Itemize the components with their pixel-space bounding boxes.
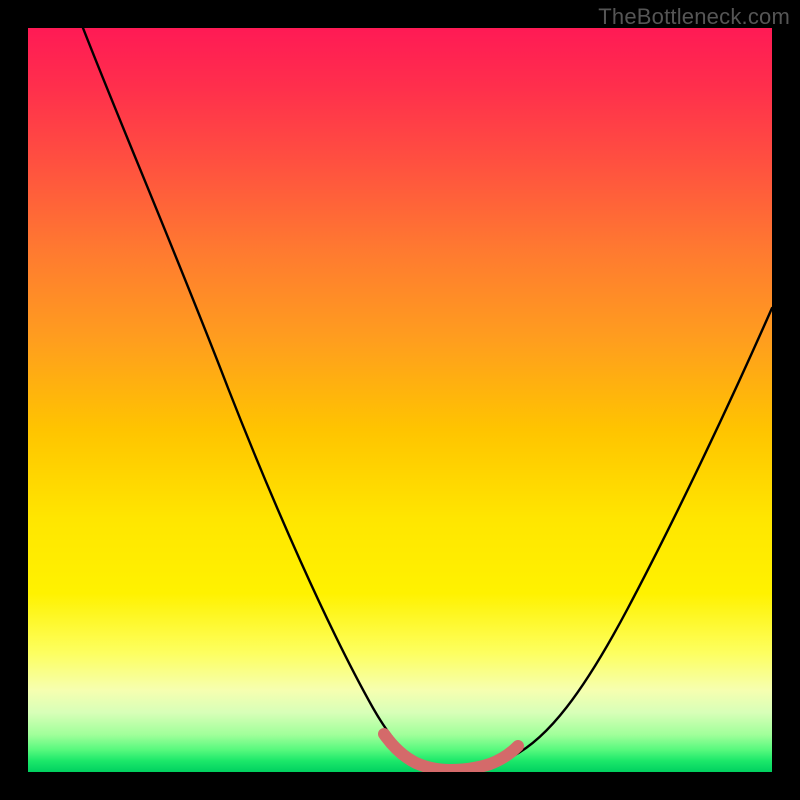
- chart-frame: TheBottleneck.com: [0, 0, 800, 800]
- gradient-background: [28, 28, 772, 772]
- plot-area: [28, 28, 772, 772]
- watermark-text: TheBottleneck.com: [598, 4, 790, 30]
